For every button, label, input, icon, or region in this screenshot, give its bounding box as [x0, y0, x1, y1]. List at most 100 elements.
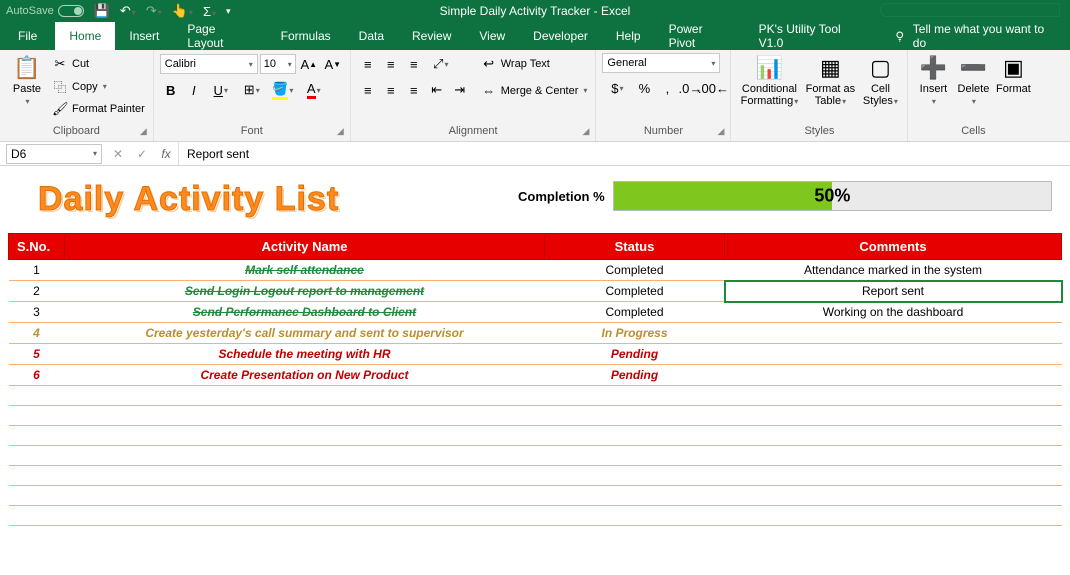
undo-icon[interactable]: ↶▾ [120, 3, 136, 19]
wrap-text-button[interactable]: ↩Wrap Text [479, 55, 590, 73]
table-row[interactable]: 1Mark self attendanceCompletedAttendance… [9, 260, 1062, 281]
cell-blank[interactable] [65, 486, 545, 506]
cell-blank[interactable] [725, 386, 1062, 406]
underline-button[interactable]: U▾ [206, 79, 236, 101]
table-row-blank[interactable] [9, 446, 1062, 466]
cell-blank[interactable] [65, 466, 545, 486]
table-row[interactable]: 5Schedule the meeting with HRPending [9, 344, 1062, 365]
cell-blank[interactable] [9, 486, 65, 506]
decrease-decimal-icon[interactable]: .00← [702, 77, 724, 99]
cell-n[interactable]: 1 [9, 260, 65, 281]
percent-format-icon[interactable]: % [633, 77, 655, 99]
table-row[interactable]: 4Create yesterday's call summary and sen… [9, 323, 1062, 344]
orientation-icon[interactable]: ⤢▾ [426, 53, 456, 75]
dialog-launcher-icon[interactable]: ◢ [583, 126, 590, 137]
cell-blank[interactable] [9, 406, 65, 426]
cell-blank[interactable] [545, 466, 725, 486]
redo-icon[interactable]: ↷▾ [146, 3, 162, 19]
cell-activity[interactable]: Send Login Logout report to management [65, 281, 545, 302]
cancel-icon[interactable]: ✕ [106, 147, 130, 161]
cell-status[interactable]: Completed [545, 260, 725, 281]
table-row-blank[interactable] [9, 466, 1062, 486]
accounting-format-icon[interactable]: $▾ [602, 77, 632, 99]
cell-blank[interactable] [725, 426, 1062, 446]
format-painter-button[interactable]: 🖌Format Painter [50, 100, 147, 118]
cell-blank[interactable] [545, 426, 725, 446]
font-color-button[interactable]: A▾ [299, 79, 329, 101]
format-as-table-button[interactable]: ▦Format as Table▾ [803, 53, 857, 107]
borders-button[interactable]: ⊞▾ [237, 79, 267, 101]
align-bottom-icon[interactable]: ≡ [403, 53, 425, 75]
worksheet[interactable]: Daily Activity List Completion % 50% S.N… [0, 166, 1070, 526]
cell-activity[interactable]: Create yesterday's call summary and sent… [65, 323, 545, 344]
cell-blank[interactable] [9, 446, 65, 466]
header-comments[interactable]: Comments [725, 234, 1062, 260]
tab-help[interactable]: Help [602, 22, 655, 50]
align-top-icon[interactable]: ≡ [357, 53, 379, 75]
header-status[interactable]: Status [545, 234, 725, 260]
cell-blank[interactable] [545, 446, 725, 466]
align-middle-icon[interactable]: ≡ [380, 53, 402, 75]
table-row-blank[interactable] [9, 406, 1062, 426]
tab-formulas[interactable]: Formulas [267, 22, 345, 50]
cell-n[interactable]: 4 [9, 323, 65, 344]
cell-comments[interactable]: Report sent [725, 281, 1062, 302]
cell-blank[interactable] [725, 446, 1062, 466]
cell-styles-button[interactable]: ▢Cell Styles▾ [859, 53, 901, 107]
cell-activity[interactable]: Mark self attendance [65, 260, 545, 281]
increase-font-icon[interactable]: A▲ [298, 53, 320, 75]
tab-pk-utility[interactable]: PK's Utility Tool V1.0 [745, 22, 880, 50]
font-name-dropdown[interactable]: Calibri▾ [160, 54, 258, 74]
tab-view[interactable]: View [465, 22, 519, 50]
cell-blank[interactable] [545, 486, 725, 506]
cell-comments[interactable] [725, 323, 1062, 344]
cell-blank[interactable] [65, 506, 545, 526]
merge-center-button[interactable]: ⇔Merge & Center▾ [479, 82, 590, 99]
table-row-blank[interactable] [9, 506, 1062, 526]
toggle-off-icon[interactable] [58, 5, 84, 17]
header-activity[interactable]: Activity Name [65, 234, 545, 260]
cell-blank[interactable] [9, 426, 65, 446]
fill-color-button[interactable]: 🪣▾ [268, 79, 298, 101]
insert-cells-button[interactable]: ➕Insert▾ [914, 53, 952, 106]
cell-comments[interactable]: Attendance marked in the system [725, 260, 1062, 281]
bold-button[interactable]: B [160, 79, 182, 101]
cell-comments[interactable]: Working on the dashboard [725, 302, 1062, 323]
dialog-launcher-icon[interactable]: ◢ [140, 126, 147, 137]
fx-icon[interactable]: fx [154, 147, 178, 161]
increase-indent-icon[interactable]: ⇥ [449, 79, 471, 101]
cell-blank[interactable] [65, 386, 545, 406]
cell-blank[interactable] [9, 466, 65, 486]
cell-blank[interactable] [725, 466, 1062, 486]
dialog-launcher-icon[interactable]: ◢ [337, 126, 344, 137]
qat-customize-icon[interactable]: ▾ [226, 6, 231, 17]
italic-button[interactable]: I [183, 79, 205, 101]
cell-n[interactable]: 5 [9, 344, 65, 365]
name-box[interactable]: D6▾ [6, 144, 102, 164]
cut-button[interactable]: ✂Cut [50, 55, 147, 73]
align-right-icon[interactable]: ≡ [403, 79, 425, 101]
cell-n[interactable]: 3 [9, 302, 65, 323]
formula-input[interactable]: Report sent [178, 142, 1070, 165]
cell-blank[interactable] [725, 506, 1062, 526]
cell-blank[interactable] [545, 506, 725, 526]
autosave-toggle[interactable]: AutoSave [6, 5, 84, 17]
cell-blank[interactable] [65, 426, 545, 446]
cell-comments[interactable] [725, 344, 1062, 365]
table-row[interactable]: 6Create Presentation on New ProductPendi… [9, 365, 1062, 386]
dialog-launcher-icon[interactable]: ◢ [718, 126, 725, 137]
tab-review[interactable]: Review [398, 22, 465, 50]
cell-status[interactable]: Completed [545, 281, 725, 302]
table-row-blank[interactable] [9, 386, 1062, 406]
tab-file[interactable]: File [0, 22, 55, 50]
conditional-formatting-button[interactable]: 📊Conditional Formatting▾ [737, 53, 801, 107]
number-format-dropdown[interactable]: General▾ [602, 53, 720, 73]
header-sno[interactable]: S.No. [9, 234, 65, 260]
cell-comments[interactable] [725, 365, 1062, 386]
cell-activity[interactable]: Create Presentation on New Product [65, 365, 545, 386]
cell-blank[interactable] [9, 386, 65, 406]
cell-activity[interactable]: Schedule the meeting with HR [65, 344, 545, 365]
tab-home[interactable]: Home [55, 22, 115, 50]
cell-blank[interactable] [725, 486, 1062, 506]
cell-status[interactable]: Pending [545, 365, 725, 386]
